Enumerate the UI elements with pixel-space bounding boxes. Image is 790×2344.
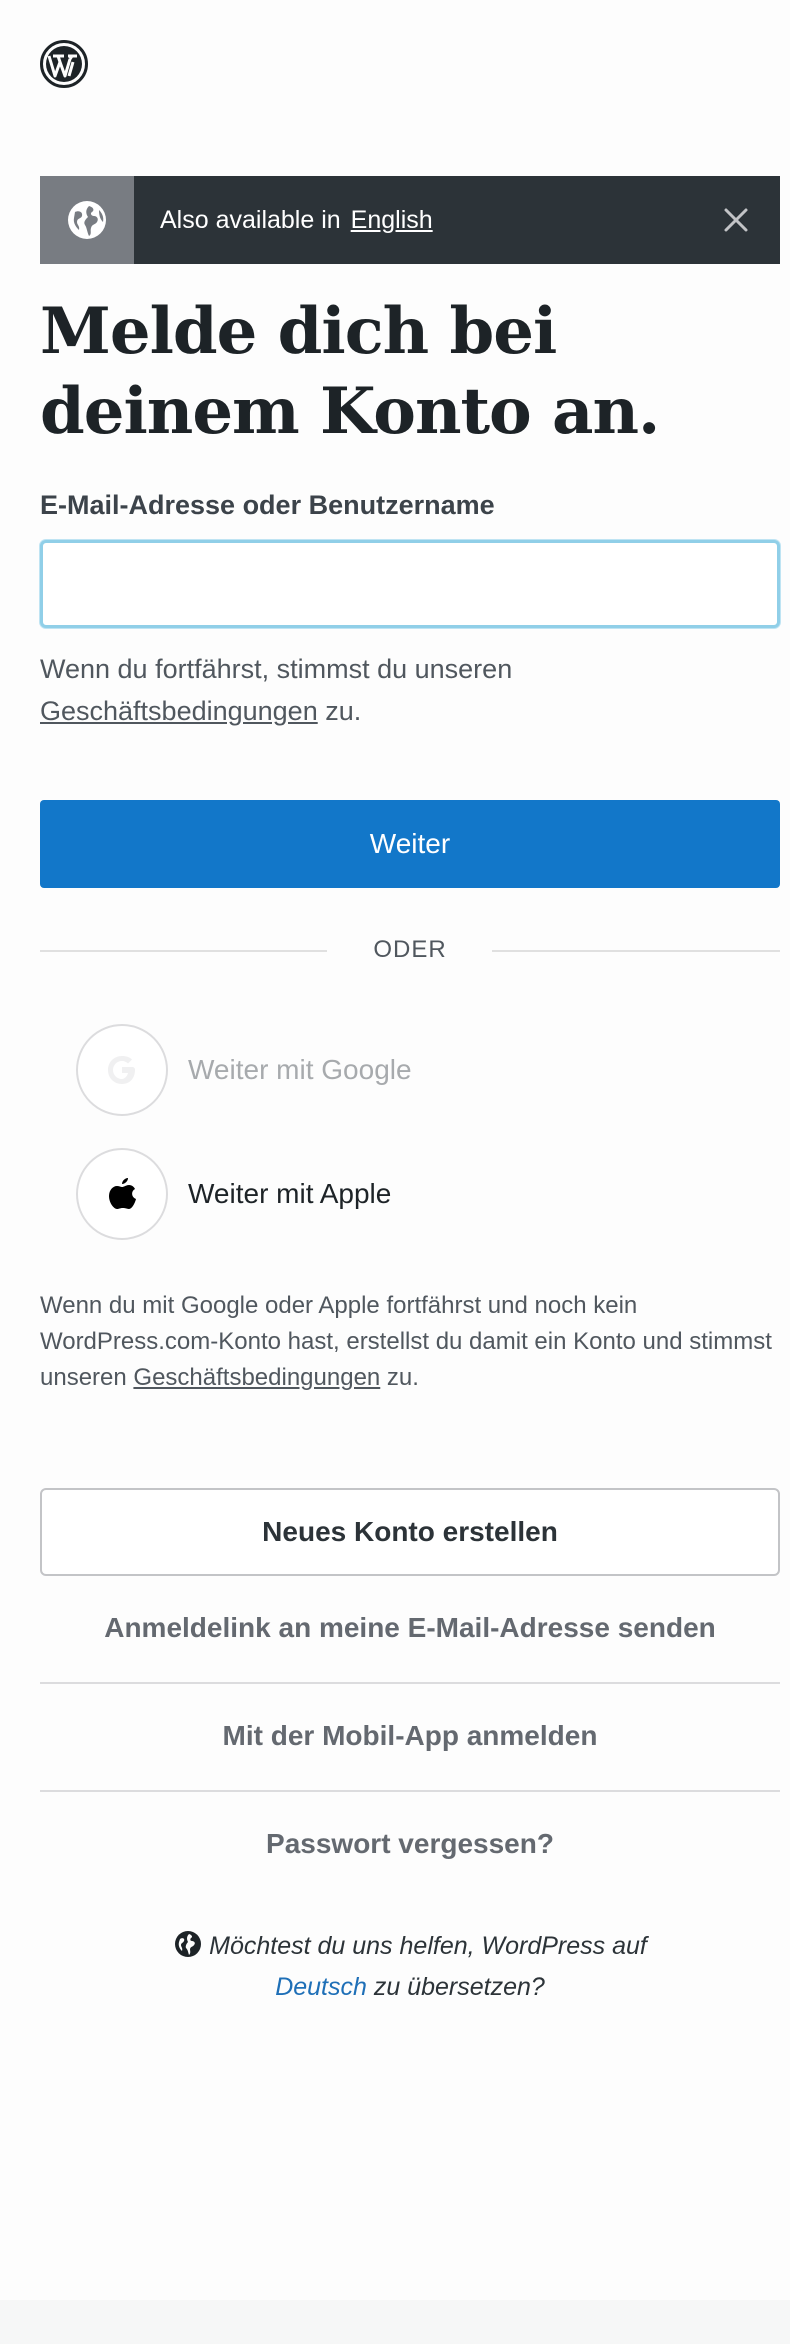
translate-line2-suffix: zu übersetzen? bbox=[366, 1973, 545, 2001]
wordpress-logo-icon[interactable] bbox=[40, 40, 88, 88]
terms-prefix: Wenn du fortfährst, stimmst du unseren bbox=[40, 654, 513, 684]
magic-link-button[interactable]: Anmeldelink an meine E-Mail-Adresse send… bbox=[40, 1612, 780, 1644]
username-label: E-Mail-Adresse oder Benutzername bbox=[40, 490, 495, 520]
divider-line-right bbox=[492, 950, 780, 952]
forgot-password-link[interactable]: Passwort vergessen? bbox=[40, 1828, 780, 1860]
terms-text: Wenn du fortfährst, stimmst du unseren G… bbox=[40, 648, 760, 732]
terms-link[interactable]: Geschäftsbedingungen bbox=[40, 696, 318, 726]
google-login-label: Weiter mit Google bbox=[188, 1054, 412, 1085]
google-login-button[interactable]: Weiter mit Google bbox=[76, 1024, 412, 1116]
or-divider: ODER bbox=[373, 936, 447, 963]
username-input[interactable] bbox=[40, 540, 780, 628]
notice-message: Also available in English bbox=[134, 176, 692, 264]
google-icon bbox=[76, 1024, 168, 1116]
translate-line1: Möchtest du uns helfen, WordPress auf bbox=[209, 1932, 647, 1960]
apple-login-label: Weiter mit Apple bbox=[188, 1178, 392, 1209]
apple-icon bbox=[76, 1148, 168, 1240]
globe-icon bbox=[40, 176, 134, 264]
notice-language-link[interactable]: English bbox=[351, 206, 433, 235]
terms-suffix: zu. bbox=[317, 696, 362, 726]
translate-language-link[interactable]: Deutsch bbox=[275, 1973, 367, 2001]
page-title: Melde dich bei deinem Konto an. bbox=[40, 294, 660, 449]
separator bbox=[40, 1790, 780, 1792]
notice-prefix: Also available in bbox=[160, 205, 341, 234]
social-note-suffix: zu. bbox=[380, 1364, 419, 1391]
translate-prompt: Möchtest du uns helfen, WordPress auf De… bbox=[40, 1928, 780, 2005]
globe-icon bbox=[173, 1929, 203, 1969]
continue-button[interactable]: Weiter bbox=[40, 800, 780, 888]
close-icon[interactable] bbox=[692, 176, 780, 264]
social-terms-link[interactable]: Geschäftsbedingungen bbox=[133, 1364, 380, 1391]
mobile-app-login-button[interactable]: Mit der Mobil-App anmelden bbox=[40, 1720, 780, 1752]
language-notice: Also available in English bbox=[40, 176, 780, 264]
footer-band bbox=[0, 2300, 790, 2344]
create-account-button[interactable]: Neues Konto erstellen bbox=[40, 1488, 780, 1576]
divider-line-left bbox=[40, 950, 327, 952]
separator bbox=[40, 1682, 780, 1684]
apple-login-button[interactable]: Weiter mit Apple bbox=[76, 1148, 391, 1240]
login-page: Also available in English Melde dich bei… bbox=[0, 0, 790, 2344]
social-terms-note: Wenn du mit Google oder Apple fortfährst… bbox=[40, 1288, 780, 1396]
